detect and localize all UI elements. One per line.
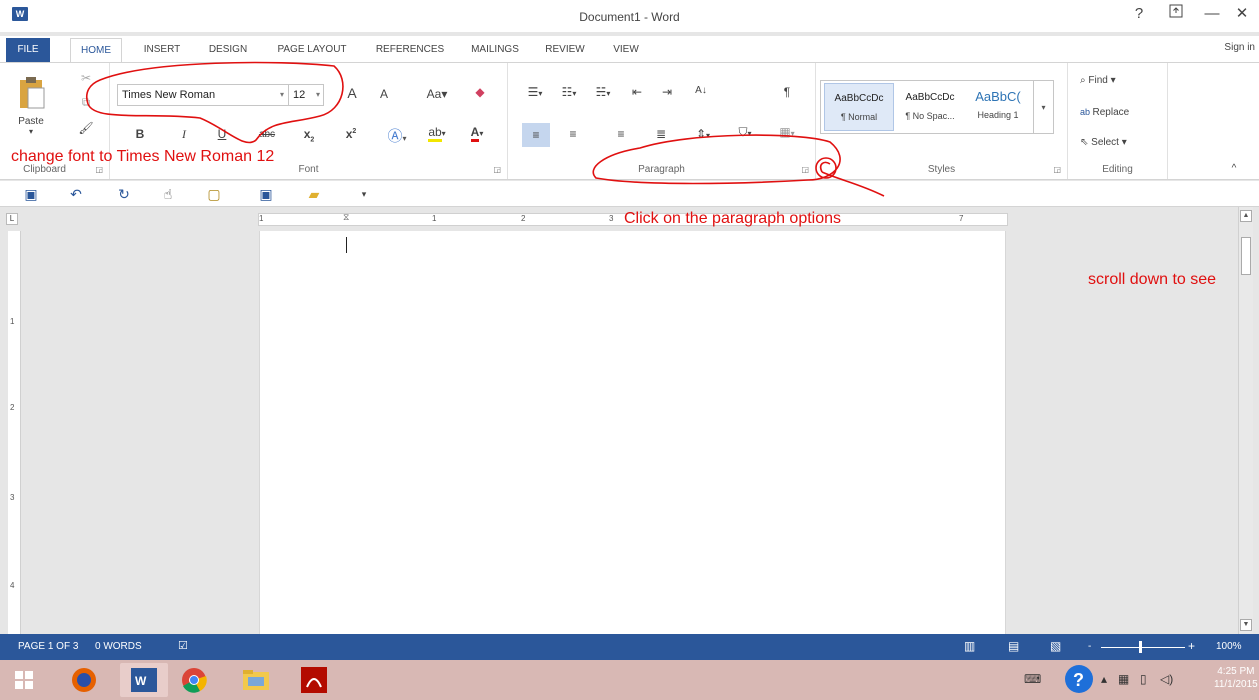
- paragraph-annotation-note: Click on the paragraph options: [624, 210, 842, 227]
- paragraph-highlight-loop: [592, 134, 841, 185]
- font-annotation-note: change font to Times New Roman 12: [11, 148, 275, 165]
- word-window: W Document1 - Word ? — ✕ FILE HOME INSER…: [0, 0, 1259, 700]
- annotation-marks: [85, 61, 885, 197]
- paragraph-arrow: [819, 161, 885, 197]
- font-highlight-loop: [85, 61, 344, 144]
- launcher-circle: [815, 157, 837, 179]
- scroll-annotation-note: scroll down to see: [1088, 271, 1217, 288]
